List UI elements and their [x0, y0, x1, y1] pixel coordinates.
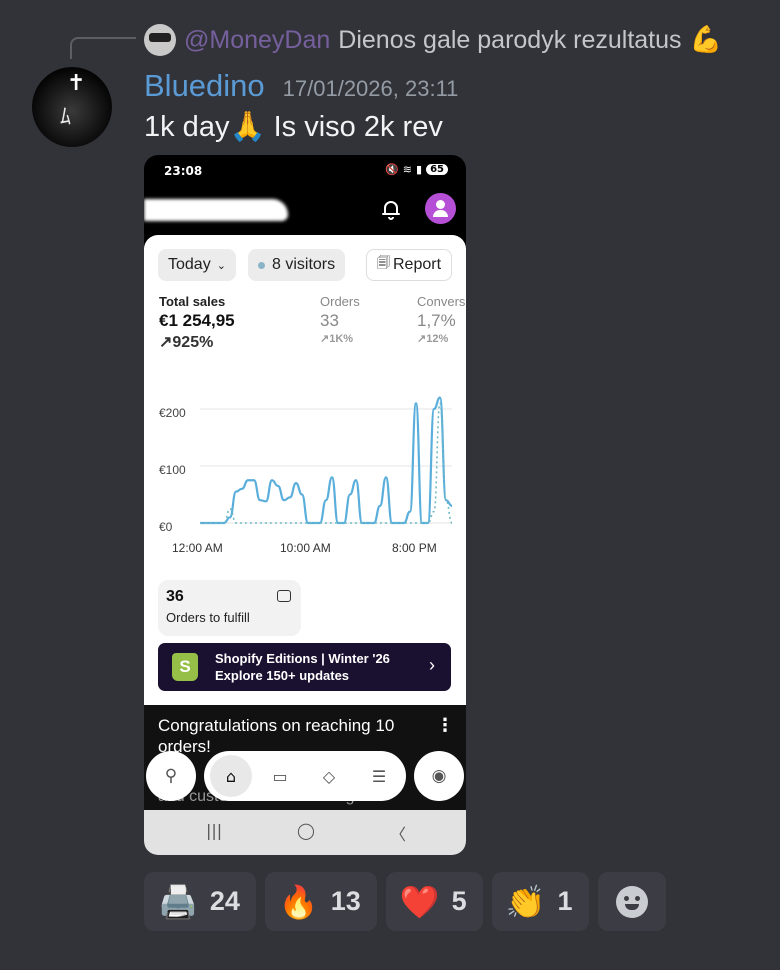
- orders-label: Orders: [320, 294, 360, 309]
- conversion-value: 1,7%: [417, 311, 456, 330]
- chevron-right-icon: ›: [429, 655, 435, 675]
- message-header: Bluedino 17/01/2026, 23:11: [144, 68, 458, 104]
- orders-inbox-icon[interactable]: ▭: [260, 751, 300, 801]
- orders-value: 33: [320, 311, 339, 330]
- total-sales-delta: ↗925%: [159, 334, 214, 351]
- bell-icon[interactable]: [381, 198, 401, 220]
- heart-emoji: ❤️: [399, 882, 440, 921]
- money-printer-emoji: 🖨️: [158, 882, 198, 921]
- chevron-down-icon: ⌄: [216, 259, 226, 272]
- cross-icon: ✝: [67, 71, 86, 96]
- reaction-count: 13: [330, 886, 361, 916]
- more-options-icon[interactable]: ⋮: [436, 715, 454, 736]
- profile-icon[interactable]: [425, 193, 456, 224]
- inbox-icon: [277, 590, 291, 602]
- reaction-count: 24: [209, 886, 240, 916]
- figure-icon: ﾑ: [60, 105, 72, 130]
- conversion-delta: ↗12%: [417, 333, 449, 345]
- reactions-bar: 🖨️ 24 🔥 13 ❤️ 5 👏 1: [144, 872, 666, 931]
- shopify-editions-banner[interactable]: S Shopify Editions | Winter '26 Explore …: [158, 643, 451, 691]
- x-tick-start: 12:00 AM: [172, 541, 223, 555]
- signal-icon: ▮: [416, 163, 423, 176]
- dashboard-card: Today ⌄ 8 visitors 🗐 Report Total sales €1…: [144, 235, 466, 705]
- back-icon[interactable]: 〈: [390, 821, 406, 845]
- orders-metric[interactable]: Orders 33 ↗1K%: [320, 294, 360, 345]
- total-sales-metric[interactable]: Total sales €1 254,95 ↗925%: [159, 294, 235, 352]
- clap-emoji: 👏: [505, 882, 546, 921]
- orders-delta: ↗1K%: [320, 333, 354, 345]
- total-sales-label: Total sales: [159, 294, 226, 309]
- reaction-count: 1: [557, 886, 573, 916]
- battery-badge: 65: [426, 164, 448, 175]
- reaction-clap[interactable]: 👏 1: [491, 872, 589, 931]
- sidekick-icon[interactable]: ◉: [414, 751, 464, 801]
- pray-emoji: 🙏: [229, 111, 266, 143]
- reaction-fire[interactable]: 🔥 13: [264, 872, 377, 931]
- conversion-metric[interactable]: Convers 1,7% ↗12%: [417, 294, 465, 345]
- author-avatar[interactable]: ✝ ﾑ: [32, 67, 112, 147]
- live-dot-icon: [258, 261, 265, 269]
- fire-emoji: 🔥: [278, 882, 319, 921]
- mute-icon: 🔇: [385, 163, 399, 176]
- smiley-icon: [615, 885, 648, 918]
- message-timestamp: 17/01/2026, 23:11: [282, 76, 459, 101]
- period-dropdown[interactable]: Today ⌄: [158, 249, 236, 281]
- add-reaction-button[interactable]: [597, 872, 666, 931]
- home-button-icon[interactable]: ◯: [297, 821, 315, 840]
- bottom-navigation: ⚲ ⌂ ▭ ◇ ☰ ◉: [144, 747, 466, 803]
- sales-chart[interactable]: [144, 395, 466, 555]
- promo-line1: Shopify Editions | Winter '26: [215, 651, 390, 666]
- wifi-icon: ≋: [402, 163, 413, 176]
- fulfill-label: Orders to fulfill: [166, 610, 250, 625]
- reply-username[interactable]: @MoneyDan: [184, 26, 330, 55]
- shopify-bag-icon: S: [172, 653, 198, 681]
- fulfill-count: 36: [166, 588, 184, 605]
- orders-to-fulfill-card[interactable]: 36 Orders to fulfill: [158, 580, 301, 636]
- recent-apps-icon[interactable]: |||: [206, 821, 222, 840]
- promo-line2: Explore 150+ updates: [215, 668, 350, 683]
- author-username[interactable]: Bluedino: [144, 68, 265, 104]
- conversion-label: Convers: [417, 294, 466, 309]
- report-label: Report: [393, 256, 442, 273]
- message-text: 1k day🙏 Is viso 2k rev: [144, 110, 443, 144]
- reply-spine: [70, 37, 136, 59]
- report-button[interactable]: 🗐 Report: [366, 249, 453, 281]
- menu-icon[interactable]: ☰: [359, 751, 399, 801]
- period-label: Today: [168, 256, 211, 273]
- report-icon: 🗐: [377, 255, 390, 270]
- visitors-pill[interactable]: 8 visitors: [248, 249, 346, 281]
- search-icon[interactable]: ⚲: [146, 751, 196, 801]
- message-text-after: Is viso 2k rev: [265, 111, 443, 143]
- status-time: 23:08: [164, 164, 203, 178]
- redacted-scribble: [144, 199, 288, 221]
- visitors-label: 8 visitors: [272, 256, 336, 273]
- message-text-before: 1k day: [144, 111, 230, 143]
- tag-icon[interactable]: ◇: [309, 751, 349, 801]
- reply-text: Dienos gale parodyk rezultatus: [338, 25, 682, 54]
- series-today-line: [199, 396, 453, 525]
- total-sales-value: €1 254,95: [159, 311, 235, 330]
- reaction-printer[interactable]: 🖨️ 24: [144, 872, 256, 931]
- x-tick-end: 8:00 PM: [392, 541, 437, 555]
- muscle-emoji: 💪: [689, 25, 722, 55]
- status-icons: 🔇 ≋ ▮ 65: [385, 163, 448, 176]
- x-tick-mid: 10:00 AM: [280, 541, 331, 555]
- home-icon[interactable]: ⌂: [210, 755, 252, 797]
- reaction-count: 5: [451, 886, 467, 916]
- reply-avatar: [144, 24, 176, 56]
- reply-preview[interactable]: @MoneyDan Dienos gale parodyk rezultatus…: [144, 22, 722, 58]
- image-attachment[interactable]: 23:08 🔇 ≋ ▮ 65 Today ⌄ 8 visitors 🗐 Report…: [144, 155, 466, 855]
- reaction-heart[interactable]: ❤️ 5: [385, 872, 483, 931]
